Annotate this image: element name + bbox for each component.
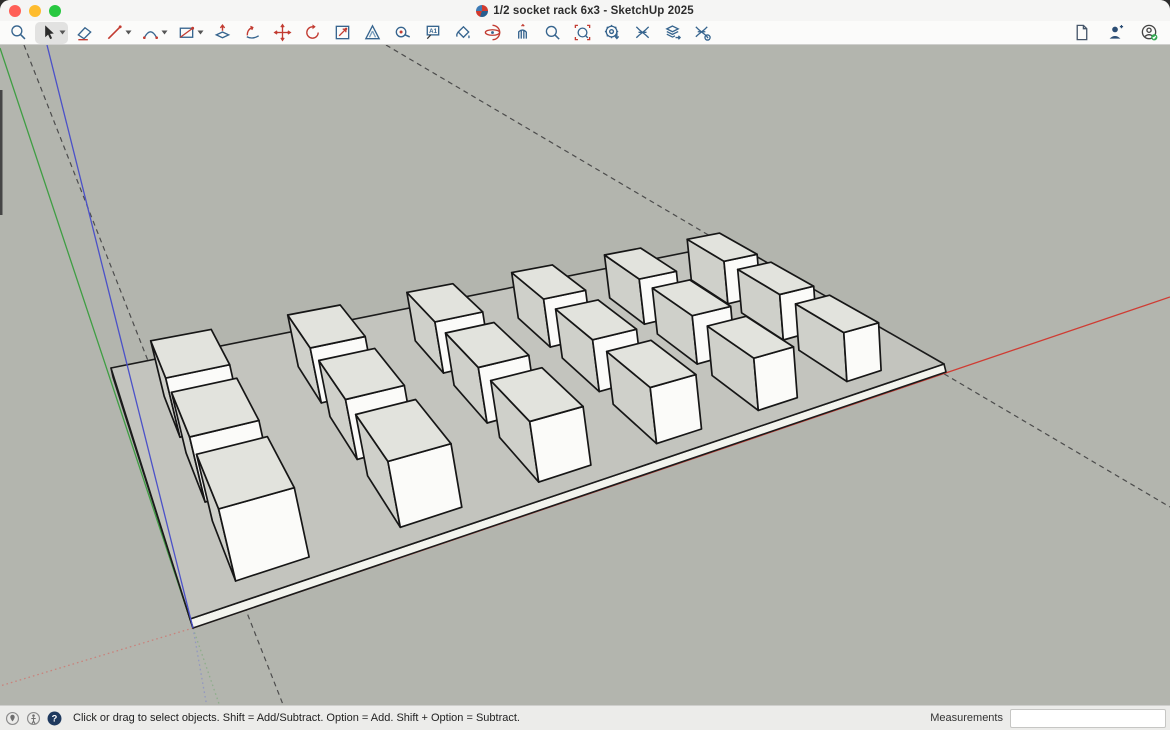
tool-group-push-pull — [209, 22, 236, 44]
zoom-extents-icon — [573, 23, 592, 42]
tool-paint-bucket-button[interactable] — [450, 22, 475, 44]
zoom-icon — [543, 23, 562, 42]
rotate-icon — [303, 23, 322, 42]
tool-group-zoom-extents — [569, 22, 596, 44]
push-pull-icon — [213, 23, 232, 42]
tool-group-follow-me — [239, 22, 266, 44]
tool-group-eraser — [71, 22, 98, 44]
model-viewport[interactable] — [0, 45, 1170, 705]
search-icon — [9, 23, 28, 42]
tool-group-tape-measure — [389, 22, 416, 44]
text-icon: A1 — [423, 23, 442, 42]
tool-push-pull-button[interactable] — [210, 22, 235, 44]
tool-group-arc — [137, 22, 170, 44]
tool-group-crossed-curves-settings — [689, 22, 716, 44]
measurements-input[interactable] — [1010, 709, 1166, 728]
tool-eraser-button[interactable] — [72, 22, 97, 44]
tool-group-scale — [329, 22, 356, 44]
arc-icon — [141, 23, 160, 42]
tool-group-protractor — [359, 22, 386, 44]
toolbar: A1 — [0, 21, 1170, 45]
account-icon — [1140, 23, 1159, 42]
pan-icon — [513, 23, 532, 42]
minimize-button[interactable] — [29, 5, 41, 17]
orbit-icon — [483, 23, 502, 42]
tool-zoom-button[interactable] — [540, 22, 565, 44]
tool-group-crossed-curves — [629, 22, 656, 44]
crossed-curves-icon — [633, 23, 652, 42]
svg-text:A1: A1 — [429, 28, 437, 35]
sketchup-window: 1/2 socket rack 6x3 - SketchUp 2025 A1 ?… — [0, 0, 1170, 730]
line-icon — [105, 23, 124, 42]
tool-protractor-button[interactable] — [360, 22, 385, 44]
tool-group-layers-export — [659, 22, 686, 44]
tool-crossed-curves-button[interactable] — [630, 22, 655, 44]
tool-group-select — [35, 22, 68, 44]
account-button[interactable] — [1137, 22, 1162, 44]
svg-text:?: ? — [52, 713, 58, 723]
help-icon[interactable]: ? — [46, 710, 63, 727]
warehouse-download-icon — [603, 23, 622, 42]
tool-scale-button[interactable] — [330, 22, 355, 44]
sketchup-logo-icon — [476, 5, 488, 17]
follow-me-icon — [243, 23, 262, 42]
document-icon — [1072, 23, 1091, 42]
tool-crossed-curves-settings-button[interactable] — [690, 22, 715, 44]
tool-group-zoom — [539, 22, 566, 44]
status-hint: Click or drag to select objects. Shift =… — [73, 712, 520, 724]
window-edge-sliver — [0, 90, 3, 215]
measurements-label: Measurements — [930, 712, 1003, 724]
person-add-icon — [1106, 23, 1125, 42]
document-button[interactable] — [1069, 22, 1094, 44]
close-button[interactable] — [9, 5, 21, 17]
tool-group-text: A1 — [419, 22, 446, 44]
select-icon — [39, 23, 58, 42]
tool-tape-measure-button[interactable] — [390, 22, 415, 44]
fullscreen-button[interactable] — [49, 5, 61, 17]
tool-group-line — [101, 22, 134, 44]
tool-layers-export-button[interactable] — [660, 22, 685, 44]
rectangle-icon — [177, 23, 196, 42]
protractor-icon — [363, 23, 382, 42]
eraser-icon — [75, 23, 94, 42]
tool-move-button[interactable] — [270, 22, 295, 44]
tool-group-warehouse-download — [599, 22, 626, 44]
crossed-curves-settings-icon — [693, 23, 712, 42]
move-icon — [273, 23, 292, 42]
tool-arc-dropdown[interactable] — [160, 22, 169, 44]
tool-group-search — [5, 22, 32, 44]
figure-icon[interactable] — [25, 710, 42, 727]
toolbar-right — [1069, 22, 1162, 44]
tool-rectangle-dropdown[interactable] — [196, 22, 205, 44]
tool-group-move — [269, 22, 296, 44]
tool-search-button[interactable] — [6, 22, 31, 44]
geolocation-icon[interactable] — [4, 710, 21, 727]
traffic-lights — [9, 5, 61, 17]
tool-warehouse-download-button[interactable] — [600, 22, 625, 44]
tool-select-dropdown[interactable] — [58, 22, 67, 44]
tool-orbit-button[interactable] — [480, 22, 505, 44]
tool-pan-button[interactable] — [510, 22, 535, 44]
tool-group-rotate — [299, 22, 326, 44]
tool-text-button[interactable]: A1 — [420, 22, 445, 44]
tool-group-pan — [509, 22, 536, 44]
tool-group-rectangle — [173, 22, 206, 44]
person-add-button[interactable] — [1103, 22, 1128, 44]
scale-icon — [333, 23, 352, 42]
layers-export-icon — [663, 23, 682, 42]
tool-zoom-extents-button[interactable] — [570, 22, 595, 44]
tool-group-paint-bucket — [449, 22, 476, 44]
tool-rotate-button[interactable] — [300, 22, 325, 44]
paint-bucket-icon — [453, 23, 472, 42]
tape-measure-icon — [393, 23, 412, 42]
window-title: 1/2 socket rack 6x3 - SketchUp 2025 — [493, 5, 693, 17]
tool-line-dropdown[interactable] — [124, 22, 133, 44]
title-wrap: 1/2 socket rack 6x3 - SketchUp 2025 — [476, 5, 693, 17]
status-bar: ? Click or drag to select objects. Shift… — [0, 705, 1170, 730]
tool-follow-me-button[interactable] — [240, 22, 265, 44]
tool-group-orbit — [479, 22, 506, 44]
title-bar: 1/2 socket rack 6x3 - SketchUp 2025 — [0, 0, 1170, 21]
